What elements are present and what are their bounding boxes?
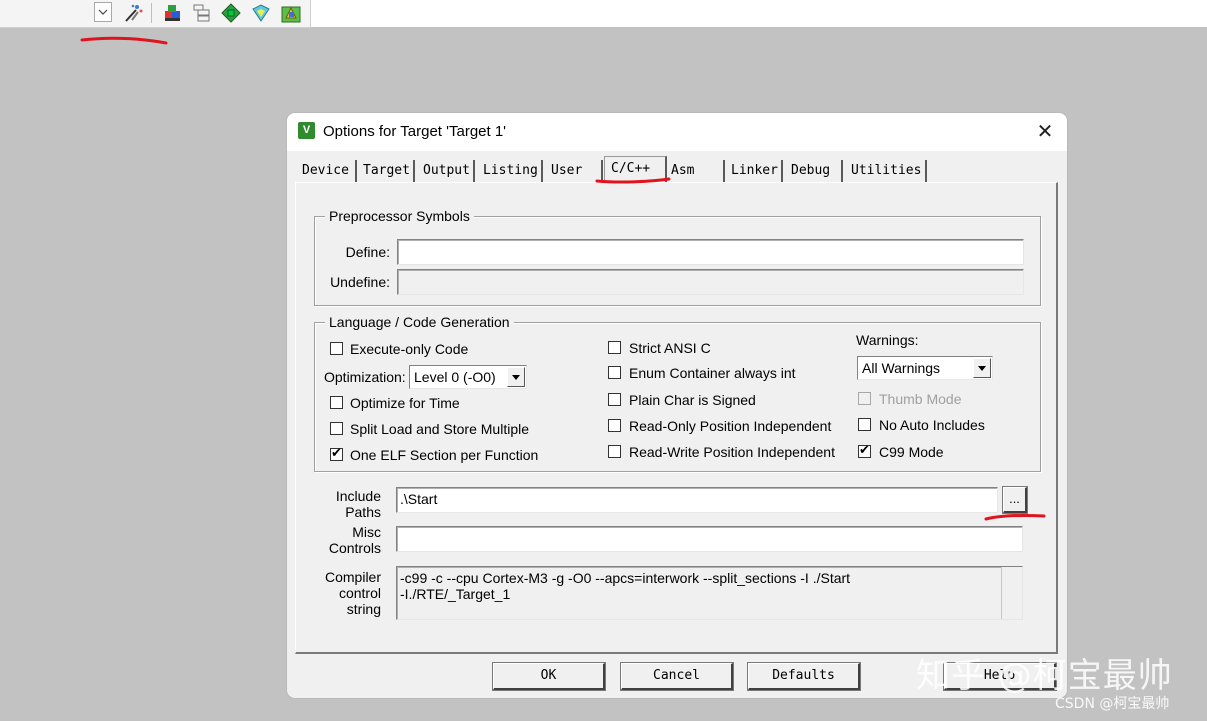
optimize-time-label: Optimize for Time: [350, 395, 460, 411]
select-packs-icon[interactable]: [250, 2, 272, 24]
manage-run-time-icon[interactable]: [280, 2, 302, 24]
misc-controls-input[interactable]: [396, 526, 1023, 552]
annotation-underline-toolbar: [80, 36, 168, 45]
defaults-button[interactable]: Defaults: [748, 663, 860, 690]
zhihu-watermark: 知乎 @柯宝最帅: [916, 656, 1173, 696]
c99-mode-label: C99 Mode: [879, 444, 944, 460]
enum-container-checkbox[interactable]: [608, 366, 621, 379]
preprocessor-group: Preprocessor Symbols Define: Undefine:: [314, 208, 1041, 306]
warnings-select[interactable]: All Warnings: [857, 356, 993, 380]
checkmark-icon: ✔: [331, 445, 342, 460]
execute-only-label: Execute-only Code: [350, 341, 469, 357]
include-paths-label-1: Include: [335, 488, 381, 504]
one-elf-label: One ELF Section per Function: [350, 447, 539, 463]
thumb-mode-label: Thumb Mode: [879, 391, 962, 407]
pack-installer-icon[interactable]: [220, 2, 242, 24]
language-legend: Language / Code Generation: [325, 314, 514, 330]
optimization-value: Level 0 (-O0): [414, 369, 496, 385]
toolbar: [0, 0, 311, 28]
rw-position-checkbox[interactable]: [608, 445, 621, 458]
tab-listing[interactable]: Listing: [479, 160, 543, 182]
include-paths-input[interactable]: .\Start: [396, 487, 998, 513]
options-dialog: V Options for Target 'Target 1' ✕ Device…: [287, 113, 1067, 698]
chevron-down-icon[interactable]: [507, 367, 525, 387]
strict-ansi-checkbox[interactable]: [608, 341, 621, 354]
compiler-scrollbar[interactable]: [1001, 567, 1022, 619]
csdn-watermark: CSDN @柯宝最帅: [1055, 696, 1170, 712]
tab-debug[interactable]: Debug: [787, 160, 843, 182]
toolbar-separator: [151, 3, 152, 23]
compiler-label-1: Compiler: [324, 569, 381, 585]
tab-target[interactable]: Target: [359, 160, 415, 182]
c-cpp-panel: Preprocessor Symbols Define: Undefine: L…: [295, 182, 1058, 654]
compiler-line-2: -I./RTE/_Target_1: [400, 586, 511, 602]
ok-button[interactable]: OK: [493, 663, 605, 690]
warnings-value: All Warnings: [862, 360, 941, 376]
one-elf-checkbox[interactable]: ✔: [330, 445, 343, 461]
enum-container-label: Enum Container always int: [629, 365, 796, 381]
no-auto-includes-checkbox[interactable]: [858, 418, 871, 431]
include-paths-label-2: Paths: [345, 504, 381, 520]
plain-char-checkbox[interactable]: [608, 393, 621, 406]
dialog-title: Options for Target 'Target 1': [323, 123, 507, 140]
optimization-select[interactable]: Level 0 (-O0): [409, 365, 527, 389]
cancel-button[interactable]: Cancel: [621, 663, 733, 690]
compiler-line-1: -c99 -c --cpu Cortex-M3 -g -O0 --apcs=in…: [400, 570, 851, 586]
compiler-label-2: control: [338, 585, 381, 601]
close-icon[interactable]: ✕: [1031, 119, 1059, 145]
ro-position-checkbox[interactable]: [608, 419, 621, 432]
dialog-titlebar: V Options for Target 'Target 1' ✕: [287, 113, 1067, 151]
annotation-underline-browse: [984, 513, 1046, 521]
chevron-down-icon[interactable]: [973, 358, 991, 378]
tab-asm[interactable]: Asm: [667, 160, 725, 182]
optimize-time-checkbox[interactable]: [330, 396, 343, 409]
optimization-label: Optimization:: [324, 369, 406, 385]
tab-device[interactable]: Device: [298, 160, 357, 182]
keil-app-icon: V: [298, 122, 315, 139]
split-load-checkbox[interactable]: [330, 422, 343, 435]
define-label: Define:: [345, 244, 390, 260]
tab-utilities[interactable]: Utilities: [847, 160, 927, 182]
undefine-label: Undefine:: [330, 274, 390, 290]
tab-output[interactable]: Output: [419, 160, 475, 182]
undefine-input[interactable]: [397, 269, 1024, 295]
warnings-label: Warnings:: [856, 332, 919, 348]
strict-ansi-label: Strict ANSI C: [629, 340, 711, 356]
language-group: Language / Code Generation Execute-only …: [314, 314, 1041, 472]
target-options-icon[interactable]: [162, 2, 184, 24]
execute-only-checkbox[interactable]: [330, 342, 343, 355]
preprocessor-legend: Preprocessor Symbols: [325, 208, 474, 224]
annotation-underline-tab: [595, 177, 671, 184]
thumb-mode-checkbox: [858, 392, 871, 405]
no-auto-includes-label: No Auto Includes: [879, 417, 985, 433]
define-input[interactable]: [397, 239, 1024, 265]
misc-controls-label-2: Controls: [328, 540, 381, 556]
split-load-label: Split Load and Store Multiple: [350, 421, 529, 437]
rw-position-label: Read-Write Position Independent: [629, 444, 835, 460]
tab-linker[interactable]: Linker: [727, 160, 783, 182]
dropdown-arrow-icon[interactable]: [94, 2, 112, 22]
checkmark-icon: ✔: [859, 442, 870, 457]
magic-wand-icon[interactable]: [122, 2, 144, 24]
compiler-control-string[interactable]: -c99 -c --cpu Cortex-M3 -g -O0 --apcs=in…: [396, 566, 1023, 620]
plain-char-label: Plain Char is Signed: [629, 392, 756, 408]
ro-position-label: Read-Only Position Independent: [629, 418, 832, 434]
compiler-label-3: string: [346, 601, 381, 617]
manage-components-icon[interactable]: [191, 2, 213, 24]
misc-controls-label-1: Misc: [352, 524, 381, 540]
c99-mode-checkbox[interactable]: ✔: [858, 442, 871, 458]
